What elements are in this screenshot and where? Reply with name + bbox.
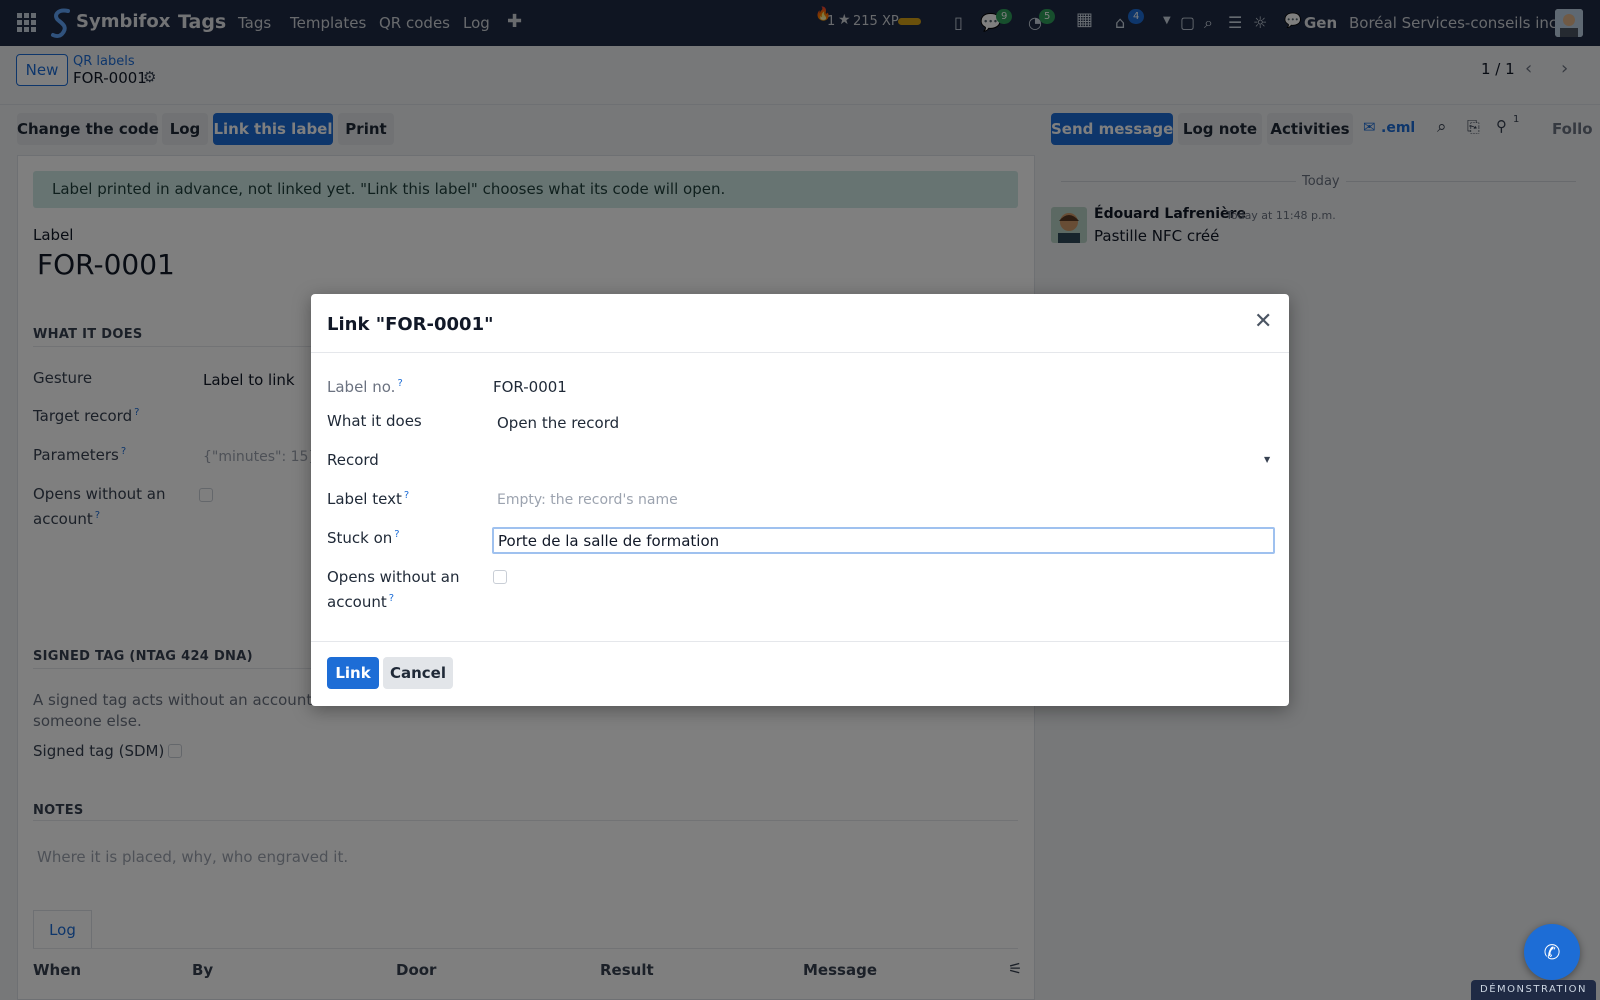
label-text-label: Label text? — [327, 490, 410, 508]
cancel-button[interactable]: Cancel — [383, 657, 453, 689]
record-label: Record — [327, 451, 379, 469]
label-no-label: Label no.? — [327, 378, 403, 396]
stuck-on-input[interactable]: Porte de la salle de formation — [492, 527, 1275, 554]
phone-call-button[interactable]: ✆ — [1524, 924, 1580, 980]
opens-without-account-label: Opens without anaccount? — [327, 568, 460, 611]
label-no-value: FOR-0001 — [493, 378, 567, 396]
label-text-input[interactable]: Empty: the record's name — [497, 492, 678, 508]
opens-without-account-checkbox[interactable] — [493, 570, 507, 584]
stuck-on-value: Porte de la salle de formation — [498, 532, 720, 550]
stuck-on-label: Stuck on? — [327, 529, 400, 547]
dialog-footer-divider — [311, 641, 1289, 642]
dialog-header-divider — [311, 352, 1289, 353]
what-it-does-value[interactable]: Open the record — [497, 414, 619, 432]
close-icon[interactable]: ✕ — [1254, 309, 1272, 334]
demo-ribbon: DÉMONSTRATION — [1471, 980, 1596, 1000]
record-select[interactable] — [493, 446, 1273, 474]
dialog-title: Link "FOR-0001" — [327, 314, 494, 335]
link-button[interactable]: Link — [327, 657, 379, 689]
what-it-does-label: What it does — [327, 412, 422, 430]
link-dialog: Link "FOR-0001" ✕ Label no.? FOR-0001 Wh… — [311, 294, 1289, 706]
chevron-down-icon[interactable]: ▼ — [1264, 455, 1270, 464]
